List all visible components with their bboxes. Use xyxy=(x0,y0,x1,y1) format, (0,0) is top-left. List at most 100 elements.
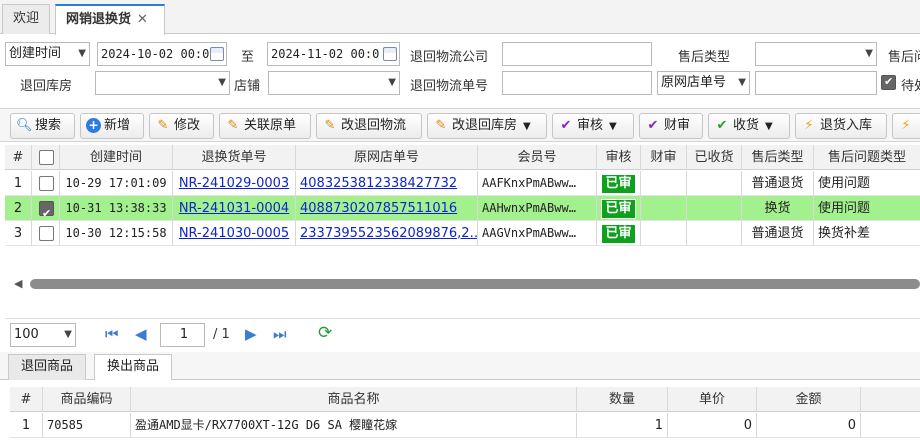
return-tracking-no-input[interactable] xyxy=(502,71,652,95)
scroll-left-icon[interactable]: ◀ xyxy=(14,277,22,290)
calendar-icon[interactable] xyxy=(210,47,224,61)
search-icon: 🔍︎ xyxy=(16,118,33,133)
add-button[interactable]: + 新增 xyxy=(80,113,144,139)
original-order-link[interactable]: 4083253812338427732 xyxy=(296,171,478,196)
row-checkbox[interactable] xyxy=(39,176,54,191)
return-order-link[interactable]: NR-241029-0003 xyxy=(173,171,296,196)
after-sale-issue: 换货补差 xyxy=(818,226,871,241)
check-icon: ✔ xyxy=(716,118,728,133)
pending-checkbox[interactable] xyxy=(881,75,896,90)
store-label: 店铺 xyxy=(234,79,261,94)
date-type-select[interactable]: 创建时间 ▼ xyxy=(5,42,90,66)
return-logistics-company-input[interactable] xyxy=(502,42,652,66)
scrollbar-thumb[interactable] xyxy=(30,279,920,289)
date-from-input[interactable]: 2024-10-02 00:0 xyxy=(97,42,227,66)
column-header[interactable]: 售后类型 xyxy=(742,145,814,170)
pending-label: 待处 xyxy=(901,79,920,94)
chevron-down-icon: ▼ xyxy=(865,48,873,59)
store-select[interactable]: ▼ xyxy=(268,71,400,95)
column-header[interactable]: 商品编码 xyxy=(43,387,131,412)
prev-page-icon[interactable]: ◀ xyxy=(135,325,147,343)
calendar-icon[interactable] xyxy=(383,47,397,61)
grid-header: # 商品编码 商品名称 数量 单价 金额 xyxy=(10,387,920,412)
receive-button[interactable]: ✔ 收货 ▼ xyxy=(708,113,790,139)
close-icon[interactable]: ✕ xyxy=(137,12,148,27)
chevron-down-icon[interactable]: ▼ xyxy=(523,121,531,132)
return-stock-in-button[interactable]: ⚡ 退货入库 xyxy=(795,113,887,139)
row-checkbox-cell[interactable] xyxy=(32,171,60,196)
first-page-icon[interactable]: ⏮ xyxy=(105,325,119,343)
column-header[interactable]: 数量 xyxy=(577,387,668,412)
finance-audit-button[interactable]: ✔ 财审 xyxy=(639,113,703,139)
change-return-warehouse-button[interactable]: ✎ 改退回库房 ▼ xyxy=(427,113,547,139)
tab-online-returns[interactable]: 网销退换货 ✕ xyxy=(55,4,165,35)
tab-label: 欢迎 xyxy=(13,11,40,26)
table-row[interactable]: 2 10-31 13:38:33NR-241031-000440887302078… xyxy=(5,196,920,221)
column-header[interactable]: 已收货 xyxy=(687,145,742,170)
button-label: 搜索 xyxy=(35,118,62,133)
row-index: 1 xyxy=(5,171,32,196)
received-status xyxy=(687,196,742,221)
row-checkbox-cell[interactable] xyxy=(32,196,60,221)
column-header[interactable]: 财审 xyxy=(641,145,687,170)
column-header[interactable]: 会员号 xyxy=(478,145,597,170)
date-to-input[interactable]: 2024-11-02 00:0 xyxy=(267,42,400,66)
column-header[interactable]: 商品名称 xyxy=(131,387,577,412)
page-number-input[interactable]: 1 xyxy=(160,323,205,347)
column-header[interactable]: 单价 xyxy=(668,387,757,412)
column-header-checkbox[interactable] xyxy=(32,145,60,170)
received-status xyxy=(687,221,742,246)
search-button[interactable]: 🔍︎ 搜索 xyxy=(10,113,75,139)
return-order-link[interactable]: NR-241031-0004 xyxy=(173,196,296,221)
button-label: 关联原单 xyxy=(244,118,297,133)
select-all-checkbox[interactable] xyxy=(39,150,54,165)
audit-button[interactable]: ✔ 审核 ▼ xyxy=(552,113,634,139)
edit-button[interactable]: ✎ 修改 xyxy=(149,113,214,139)
audit-cell: 已审 xyxy=(597,196,641,221)
table-row[interactable]: 1 70585 盈通AMD显卡/RX7700XT-12G D6 SA 樱瞳花嫁 … xyxy=(10,413,920,438)
row-checkbox[interactable] xyxy=(39,226,54,241)
column-header[interactable]: 售后问题类型 xyxy=(814,145,920,170)
created-time: 10-30 12:15:58 xyxy=(60,221,173,246)
tab-returned-goods[interactable]: 退回商品 xyxy=(8,354,87,380)
created-time: 10-31 13:38:33 xyxy=(60,196,173,221)
order-no-type-select[interactable]: 原网店单号 ▼ xyxy=(657,71,750,95)
row-checkbox[interactable] xyxy=(39,201,54,221)
member-id: AAHwnxPmABww… xyxy=(478,196,597,221)
after-sale-type-select[interactable]: ▼ xyxy=(755,42,877,66)
return-warehouse-select[interactable]: ▼ xyxy=(95,71,230,95)
column-header[interactable]: 退换货单号 xyxy=(173,145,296,170)
tab-exchanged-goods[interactable]: 换出商品 xyxy=(94,354,173,380)
column-header[interactable]: 金额 xyxy=(757,387,861,412)
chevron-down-icon: ▼ xyxy=(218,77,226,88)
chevron-down-icon[interactable]: ▼ xyxy=(765,121,773,132)
goods-qty: 1 xyxy=(577,413,668,438)
after-sale-type: 普通退货 xyxy=(742,221,814,246)
link-order-button[interactable]: ✎ 关联原单 xyxy=(219,113,311,139)
page-size-select[interactable]: 100 ▼ xyxy=(10,323,76,347)
order-no-input[interactable] xyxy=(755,71,877,95)
original-order-link[interactable]: 4088730207857511016 xyxy=(296,196,478,221)
row-checkbox-cell[interactable] xyxy=(32,221,60,246)
button-label: 财审 xyxy=(664,118,691,133)
goods-amount: 0 xyxy=(757,413,861,438)
last-page-icon[interactable]: ⏭ xyxy=(273,325,287,343)
horizontal-scrollbar[interactable]: ◀ xyxy=(10,275,920,291)
column-header[interactable]: 原网店单号 xyxy=(296,145,478,170)
audit-cell: 已审 xyxy=(597,171,641,196)
tab-welcome[interactable]: 欢迎 xyxy=(2,4,50,34)
table-row[interactable]: 1 10-29 17:01:09 NR-241029-0003 40832538123… xyxy=(5,171,920,196)
after-sale-type: 普通退货 xyxy=(742,171,814,196)
original-order-link[interactable]: 2337395523562089876,2… xyxy=(296,221,478,246)
change-return-logistics-button[interactable]: ✎ 改退回物流 xyxy=(316,113,422,139)
chevron-down-icon: ▼ xyxy=(388,77,396,88)
next-page-icon[interactable]: ▶ xyxy=(245,325,257,343)
column-header[interactable]: 创建时间 xyxy=(60,145,173,170)
refresh-icon[interactable]: ⟳ xyxy=(318,323,332,343)
column-header[interactable]: 审核 xyxy=(597,145,641,170)
return-order-link[interactable]: NR-241030-0005 xyxy=(173,221,296,246)
chevron-down-icon[interactable]: ▼ xyxy=(609,121,617,132)
goods-price: 0 xyxy=(668,413,757,438)
table-row[interactable]: 3 10-30 12:15:58 NR-241030-0005 23373955235… xyxy=(5,221,920,246)
more-button[interactable]: ⚡ xyxy=(892,113,920,139)
